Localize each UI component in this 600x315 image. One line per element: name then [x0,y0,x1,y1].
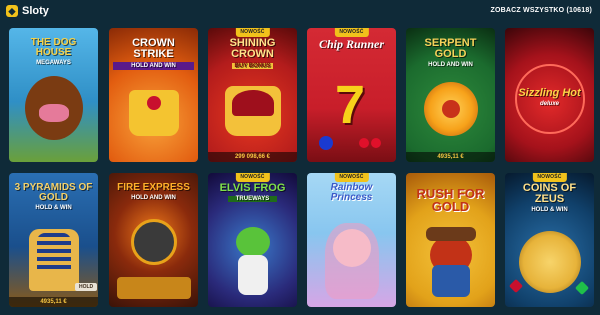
game-tile-pyramids-gold[interactable]: 3 PYRAMIDS OF GOLD HOLD & WIN HOLD 4935,1… [9,173,98,307]
game-tile-sizzling-hot[interactable]: Sizzling Hot deluxe [505,28,594,162]
coin-center [442,100,460,118]
princess-hair [325,223,379,299]
pharaoh-headdress [37,233,71,273]
new-badge: NOWOŚĆ [235,28,270,37]
frog-head [236,227,270,257]
new-badge: NOWOŚĆ [334,28,369,37]
gold-pile [117,277,191,299]
game-tile-shining-crown[interactable]: NOWOŚĆ SHINING CROWN BUY BONUS 299 098,66… [208,28,297,162]
game-tile-elvis-frog[interactable]: NOWOŚĆ ELVIS FROG TRUEWAYS [208,173,297,307]
game-logo: THE DOG HOUSE MEGAWAYS [30,37,77,67]
see-all-link[interactable]: ZOBACZ WSZYSTKO (10618) [491,7,592,14]
game-logo: Sizzling Hot deluxe [518,87,581,108]
section-header: ◆ Sloty ZOBACZ WSZYSTKO (10618) [0,0,600,26]
cherry-icon [371,138,381,148]
cherry-icon [359,138,369,148]
train-front [131,219,177,265]
new-badge: NOWOŚĆ [532,173,567,182]
new-badge: NOWOŚĆ [334,173,369,182]
game-logo: CROWN STRIKE HOLD AND WIN [113,38,194,70]
crown-velvet [232,90,274,116]
jackpot-amount: 4935,11 € [406,152,495,162]
game-tile-serpent-gold[interactable]: SERPENT GOLD HOLD AND WIN 4935,11 € [406,28,495,162]
seven-symbol: 7 [335,75,366,135]
hold-chip: HOLD [75,283,98,291]
game-logo: SHINING CROWN BUY BONUS [229,37,276,69]
game-logo: ELVIS FROG TRUEWAYS [219,182,286,202]
section-title: Sloty [22,5,49,17]
new-badge: NOWOŚĆ [235,173,270,182]
game-tile-fire-express[interactable]: FIRE EXPRESS HOLD AND WIN [109,173,198,307]
crown-jewel [147,96,161,110]
game-logo: SERPENT GOLD HOLD AND WIN [424,37,477,69]
miner-overalls [432,265,470,297]
game-tile-chip-runner[interactable]: 7 NOWOŚĆ Chip Runner [307,28,396,162]
game-logo: COINS OF ZEUS HOLD & WIN [522,182,577,214]
zeus-coin-graphic [519,231,581,293]
slot-machine-icon: ◆ [6,5,18,17]
game-tile-rainbow-princess[interactable]: NOWOŚĆ Rainbow Princess [307,173,396,307]
section-title-group: ◆ Sloty [6,5,49,17]
jackpot-amount: 4935,11 € [9,297,98,307]
game-tile-dog-house[interactable]: THE DOG HOUSE MEGAWAYS [9,28,98,162]
dog-tongue [39,104,69,122]
games-grid: THE DOG HOUSE MEGAWAYS CROWN STRIKE HOLD A… [9,28,595,312]
frog-suit [238,255,268,295]
game-logo: RUSH FOR GOLD [416,186,485,214]
game-logo: Rainbow Princess [330,182,373,203]
chip-icon [319,136,333,150]
game-tile-rush-for-gold[interactable]: RUSH FOR GOLD [406,173,495,307]
game-logo: 3 PYRAMIDS OF GOLD HOLD & WIN [14,182,93,212]
jackpot-amount: 299 098,66 € [208,152,297,162]
miner-hat [426,227,476,241]
game-tile-crown-strike[interactable]: CROWN STRIKE HOLD AND WIN [109,28,198,162]
game-tile-coins-of-zeus[interactable]: NOWOŚĆ COINS OF ZEUS HOLD & WIN [505,173,594,307]
game-logo: FIRE EXPRESS HOLD AND WIN [117,182,190,202]
game-logo: Chip Runner [318,37,385,51]
